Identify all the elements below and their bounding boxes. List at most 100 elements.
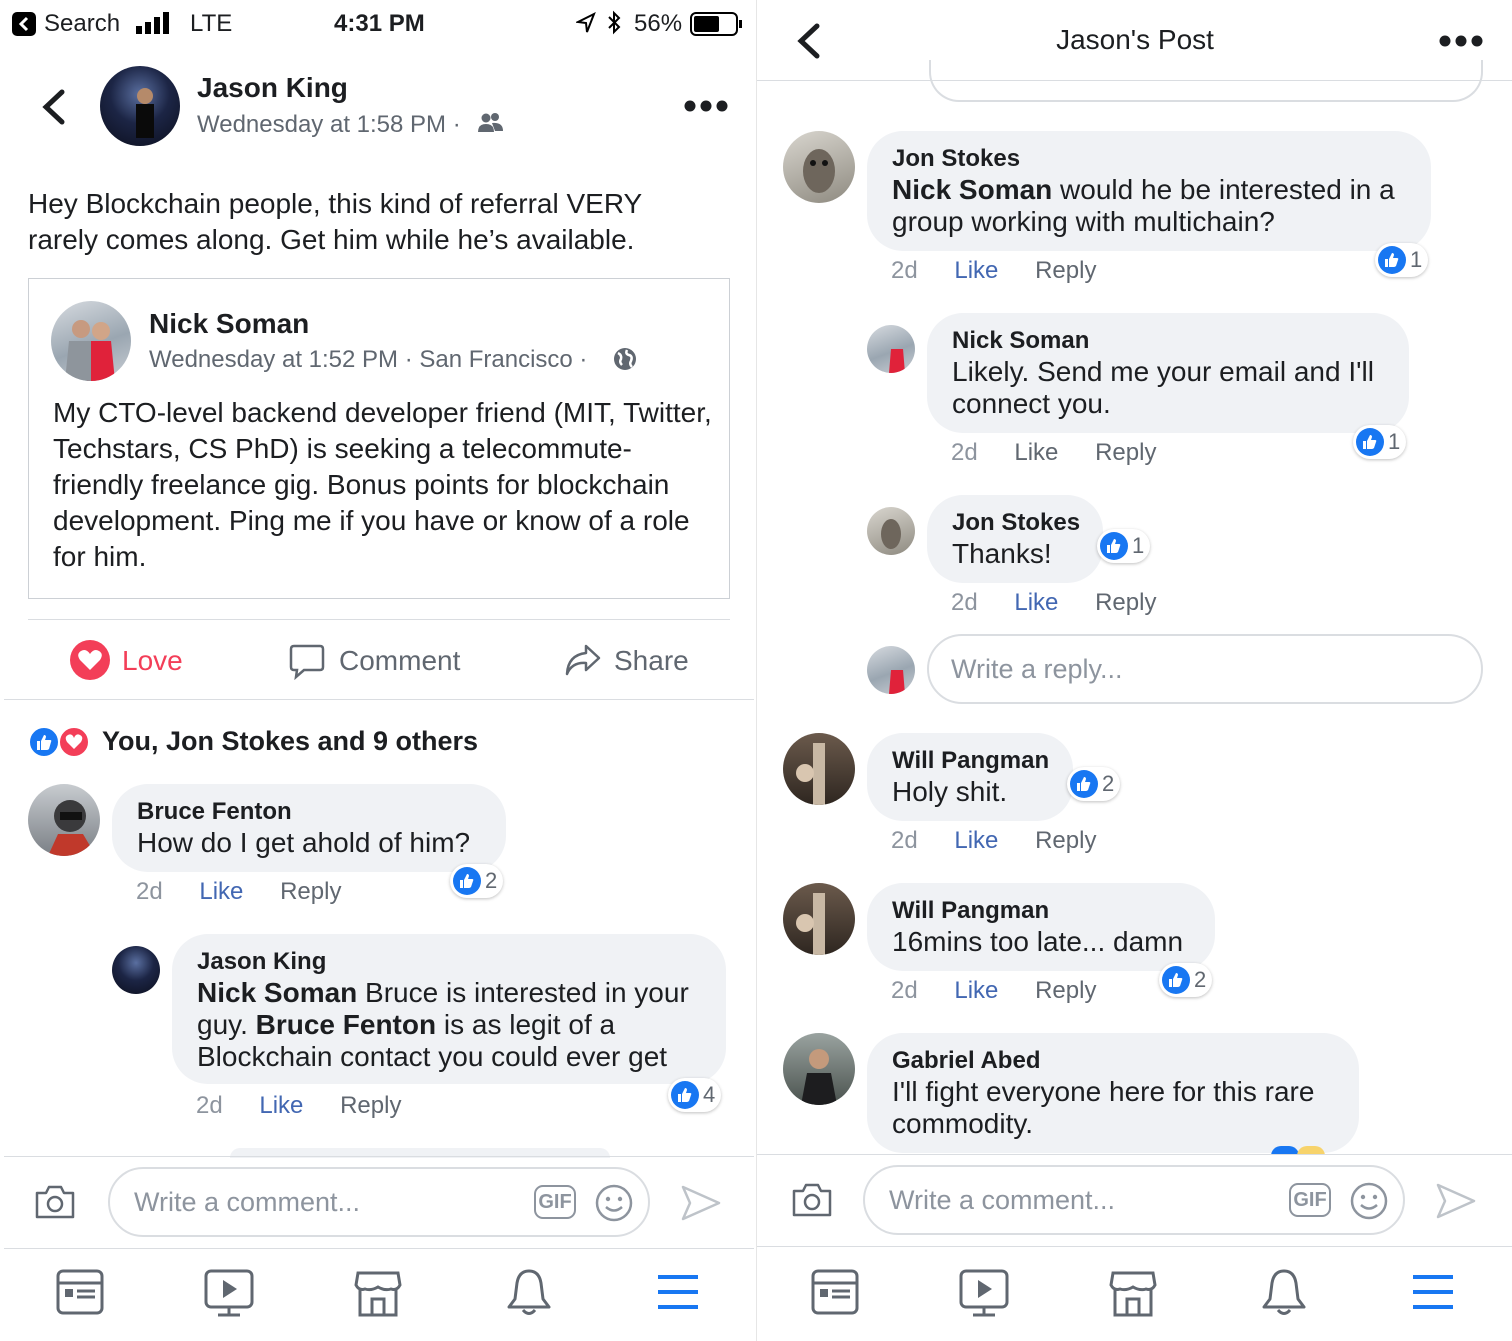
- divider: [4, 699, 754, 700]
- comment-composer[interactable]: Write a comment... GIF: [108, 1167, 650, 1237]
- reaction-count-badge[interactable]: 4: [668, 1078, 722, 1112]
- tab-bar: [757, 1247, 1512, 1341]
- comment-author[interactable]: Will Pangman: [892, 896, 1190, 926]
- like-link[interactable]: Like: [954, 827, 998, 854]
- comment-author[interactable]: Jon Stokes: [952, 508, 1080, 538]
- avatar[interactable]: [867, 507, 915, 555]
- love-reaction-icon[interactable]: [58, 726, 90, 758]
- reply-composer[interactable]: Write a reply...: [927, 634, 1483, 704]
- share-icon[interactable]: [564, 642, 602, 683]
- mention[interactable]: Nick Soman: [892, 174, 1052, 205]
- reaction-count-badge[interactable]: 2: [1067, 767, 1121, 801]
- reply-link[interactable]: Reply: [1035, 977, 1096, 1004]
- send-icon[interactable]: [680, 1184, 722, 1227]
- comment-author[interactable]: Jason King: [197, 947, 701, 977]
- menu-icon[interactable]: [656, 1273, 700, 1316]
- like-link[interactable]: Like: [259, 1092, 303, 1119]
- camera-icon[interactable]: [34, 1184, 76, 1225]
- notifications-icon[interactable]: [506, 1267, 552, 1322]
- watch-icon[interactable]: [959, 1269, 1009, 1324]
- comment-bubble[interactable]: Will Pangman 16mins too late... damn: [867, 883, 1215, 971]
- reply-link[interactable]: Reply: [1035, 257, 1096, 284]
- avatar[interactable]: [100, 66, 180, 146]
- comment-time: 2d: [196, 1092, 223, 1119]
- avatar[interactable]: [783, 883, 855, 955]
- avatar[interactable]: [112, 946, 160, 994]
- news-feed-icon[interactable]: [56, 1269, 104, 1320]
- more-options-icon[interactable]: [684, 98, 728, 119]
- like-icon: [671, 1081, 699, 1109]
- more-options-icon[interactable]: [1439, 33, 1483, 54]
- comment-author[interactable]: Will Pangman: [892, 746, 1049, 776]
- reaction-count-badge[interactable]: 1: [1375, 243, 1429, 277]
- comment-bubble[interactable]: Will Pangman Holy shit.: [867, 733, 1073, 821]
- mention[interactable]: Nick Soman: [197, 977, 357, 1008]
- reply-link[interactable]: Reply: [1095, 439, 1156, 466]
- like-icon: [1162, 966, 1190, 994]
- comment-bubble[interactable]: Nick Soman Likely. Send me your email an…: [927, 313, 1409, 433]
- comment-bubble[interactable]: Gabriel Abed I'll fight everyone here fo…: [867, 1033, 1359, 1153]
- comment-bubble[interactable]: Jon Stokes Thanks!: [927, 495, 1103, 583]
- avatar[interactable]: [783, 1033, 855, 1105]
- marketplace-icon[interactable]: [354, 1269, 402, 1322]
- notifications-icon[interactable]: [1261, 1267, 1307, 1322]
- tab-bar: [0, 1249, 756, 1341]
- like-link[interactable]: Like: [954, 257, 998, 284]
- back-to-app-icon[interactable]: [12, 12, 36, 36]
- comment-button[interactable]: Comment: [339, 645, 460, 677]
- reply-link[interactable]: Reply: [1035, 827, 1096, 854]
- marketplace-icon[interactable]: [1109, 1269, 1157, 1322]
- post-author[interactable]: Jason King: [197, 72, 348, 104]
- share-button[interactable]: Share: [614, 645, 689, 677]
- comment-bubble[interactable]: Jon Stokes Nick Soman would he be intere…: [867, 131, 1431, 251]
- comment-author[interactable]: Nick Soman: [952, 326, 1384, 356]
- shared-meta[interactable]: Wednesday at 1:52 PM · San Francisco ·: [149, 346, 587, 374]
- avatar[interactable]: [28, 784, 100, 856]
- back-app-label[interactable]: Search: [44, 10, 120, 38]
- news-feed-icon[interactable]: [811, 1269, 859, 1320]
- gif-button[interactable]: GIF: [1289, 1183, 1331, 1217]
- like-reaction-icon[interactable]: [28, 726, 60, 758]
- avatar[interactable]: [51, 301, 131, 381]
- love-icon[interactable]: [70, 640, 110, 680]
- send-icon[interactable]: [1435, 1182, 1477, 1225]
- reply-link[interactable]: Reply: [1095, 589, 1156, 616]
- comment-text: I'll fight everyone here for this rare c…: [892, 1076, 1315, 1139]
- like-link[interactable]: Like: [954, 977, 998, 1004]
- emoji-icon[interactable]: [1349, 1181, 1389, 1226]
- avatar[interactable]: [867, 325, 915, 373]
- camera-icon[interactable]: [791, 1182, 833, 1223]
- comment-input[interactable]: Write a comment...: [889, 1185, 1115, 1216]
- comment-composer[interactable]: Write a comment... GIF: [863, 1165, 1405, 1235]
- love-button[interactable]: Love: [122, 645, 183, 677]
- reply-link[interactable]: Reply: [280, 878, 341, 905]
- comment-bubble[interactable]: Jason King Nick Soman Bruce is intereste…: [172, 934, 726, 1084]
- gif-button[interactable]: GIF: [534, 1185, 576, 1219]
- comment-icon[interactable]: [288, 642, 326, 685]
- reaction-count-badge[interactable]: 2: [1159, 963, 1213, 997]
- avatar[interactable]: [783, 733, 855, 805]
- comment-input[interactable]: Write a comment...: [134, 1187, 360, 1218]
- avatar[interactable]: [783, 131, 855, 203]
- like-link[interactable]: Like: [1014, 589, 1058, 616]
- mention[interactable]: Bruce Fenton: [256, 1009, 436, 1040]
- comment-author[interactable]: Gabriel Abed: [892, 1046, 1334, 1076]
- shared-author[interactable]: Nick Soman: [149, 308, 309, 340]
- reply-input[interactable]: Write a reply...: [951, 654, 1123, 685]
- watch-icon[interactable]: [204, 1269, 254, 1324]
- reactions-summary[interactable]: You, Jon Stokes and 9 others: [102, 726, 478, 757]
- like-link[interactable]: Like: [199, 878, 243, 905]
- post-timestamp[interactable]: Wednesday at 1:58 PM ·: [197, 111, 461, 139]
- menu-icon[interactable]: [1411, 1273, 1455, 1316]
- reaction-count-badge[interactable]: 1: [1097, 529, 1151, 563]
- emoji-icon[interactable]: [594, 1183, 634, 1228]
- reaction-count-badge[interactable]: 1: [1353, 425, 1407, 459]
- comment-author[interactable]: Bruce Fenton: [137, 797, 481, 827]
- comment-bubble[interactable]: Bruce Fenton How do I get ahold of him?: [112, 784, 506, 872]
- back-icon[interactable]: [38, 88, 66, 131]
- reaction-count-badge[interactable]: 2: [450, 864, 504, 898]
- like-link[interactable]: Like: [1014, 439, 1058, 466]
- reply-link[interactable]: Reply: [340, 1092, 401, 1119]
- shared-post-card[interactable]: Nick Soman Wednesday at 1:52 PM · San Fr…: [28, 278, 730, 599]
- comment-author[interactable]: Jon Stokes: [892, 144, 1406, 174]
